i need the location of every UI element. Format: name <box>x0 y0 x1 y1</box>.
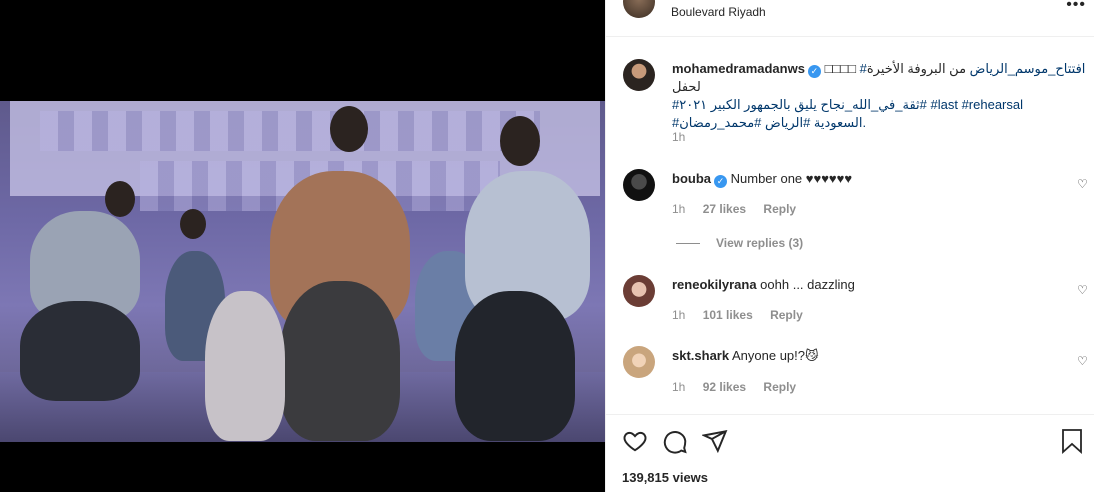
post-panel: Boulevard Riyadh ••• mohamedramadanws ✓ □… <box>605 0 1094 492</box>
comment-username[interactable]: skt.shark <box>672 348 729 363</box>
hashtag-link[interactable]: #rehearsal <box>962 97 1023 112</box>
verified-badge-icon: ✓ <box>714 175 727 188</box>
view-replies-button[interactable]: View replies (3) <box>676 236 803 250</box>
comment-meta: 1h 92 likes Reply <box>672 380 810 394</box>
verified-badge-icon: ✓ <box>807 65 821 78</box>
divider <box>606 36 1094 37</box>
comment-text: Anyone up!?😼 <box>732 348 819 363</box>
comment-likes[interactable]: 27 likes <box>703 202 746 216</box>
comment-likes[interactable]: 101 likes <box>703 308 753 322</box>
post-caption: mohamedramadanws ✓ □□□□ #افتتاح_موسم_الري… <box>672 60 1090 132</box>
heart-icon[interactable] <box>622 428 648 454</box>
caption-username[interactable]: mohamedramadanws <box>672 61 805 76</box>
comment-time[interactable]: 1h <box>672 380 685 394</box>
comment: skt.shark Anyone up!?😼 <box>672 348 819 364</box>
comment-avatar[interactable] <box>623 346 655 378</box>
caption-boxes: □□□□ <box>824 61 856 76</box>
caption-avatar[interactable] <box>623 59 655 91</box>
instagram-post-modal: Boulevard Riyadh ••• mohamedramadanws ✓ □… <box>0 0 1094 492</box>
reply-button[interactable]: Reply <box>763 380 796 394</box>
reply-button[interactable]: Reply <box>763 202 796 216</box>
comment-like-icon[interactable]: ♡ <box>1077 283 1089 297</box>
video-player[interactable] <box>0 101 605 442</box>
caption-time[interactable]: 1h <box>672 130 685 144</box>
comment-like-icon[interactable]: ♡ <box>1077 354 1089 368</box>
comment-like-icon[interactable]: ♡ <box>1077 177 1089 191</box>
comment: bouba ✓ Number one ♥♥♥♥♥♥ <box>672 171 852 188</box>
action-bar <box>622 428 728 454</box>
share-icon[interactable] <box>702 428 728 454</box>
bookmark-icon[interactable] <box>1060 428 1084 454</box>
comment: reneokilyrana oohh ... dazzling <box>672 277 855 292</box>
replies-dash <box>676 243 700 245</box>
more-options-icon[interactable]: ••• <box>1066 0 1086 14</box>
comment-username[interactable]: bouba <box>672 171 711 186</box>
hashtag-link[interactable]: #ثقة_في_الله_نجاح يليق بالجمهور الكبير <box>672 97 920 112</box>
comment-time[interactable]: 1h <box>672 202 685 216</box>
hashtag-line[interactable]: #السعودية #الرياض #محمد_رمضان. <box>672 114 1090 132</box>
comment-text: oohh ... dazzling <box>760 277 855 292</box>
comment-time[interactable]: 1h <box>672 308 685 322</box>
divider <box>606 414 1094 415</box>
comment-avatar[interactable] <box>623 275 655 307</box>
media-pane <box>0 0 605 492</box>
author-avatar[interactable] <box>623 0 655 18</box>
hashtag-link[interactable]: #last <box>930 97 957 112</box>
reply-button[interactable]: Reply <box>770 308 803 322</box>
comment-meta: 1h 101 likes Reply <box>672 308 817 322</box>
comment-avatar[interactable] <box>623 169 655 201</box>
comment-meta: 1h 27 likes Reply <box>672 202 810 216</box>
location-link[interactable]: Boulevard Riyadh <box>671 5 766 19</box>
comment-username[interactable]: reneokilyrana <box>672 277 757 292</box>
view-replies-label: View replies (3) <box>716 236 804 250</box>
comment-likes[interactable]: 92 likes <box>703 380 746 394</box>
comment-text: Number one ♥♥♥♥♥♥ <box>730 171 853 186</box>
comment-icon[interactable] <box>662 428 688 454</box>
view-count[interactable]: 139,815 views <box>622 470 708 485</box>
